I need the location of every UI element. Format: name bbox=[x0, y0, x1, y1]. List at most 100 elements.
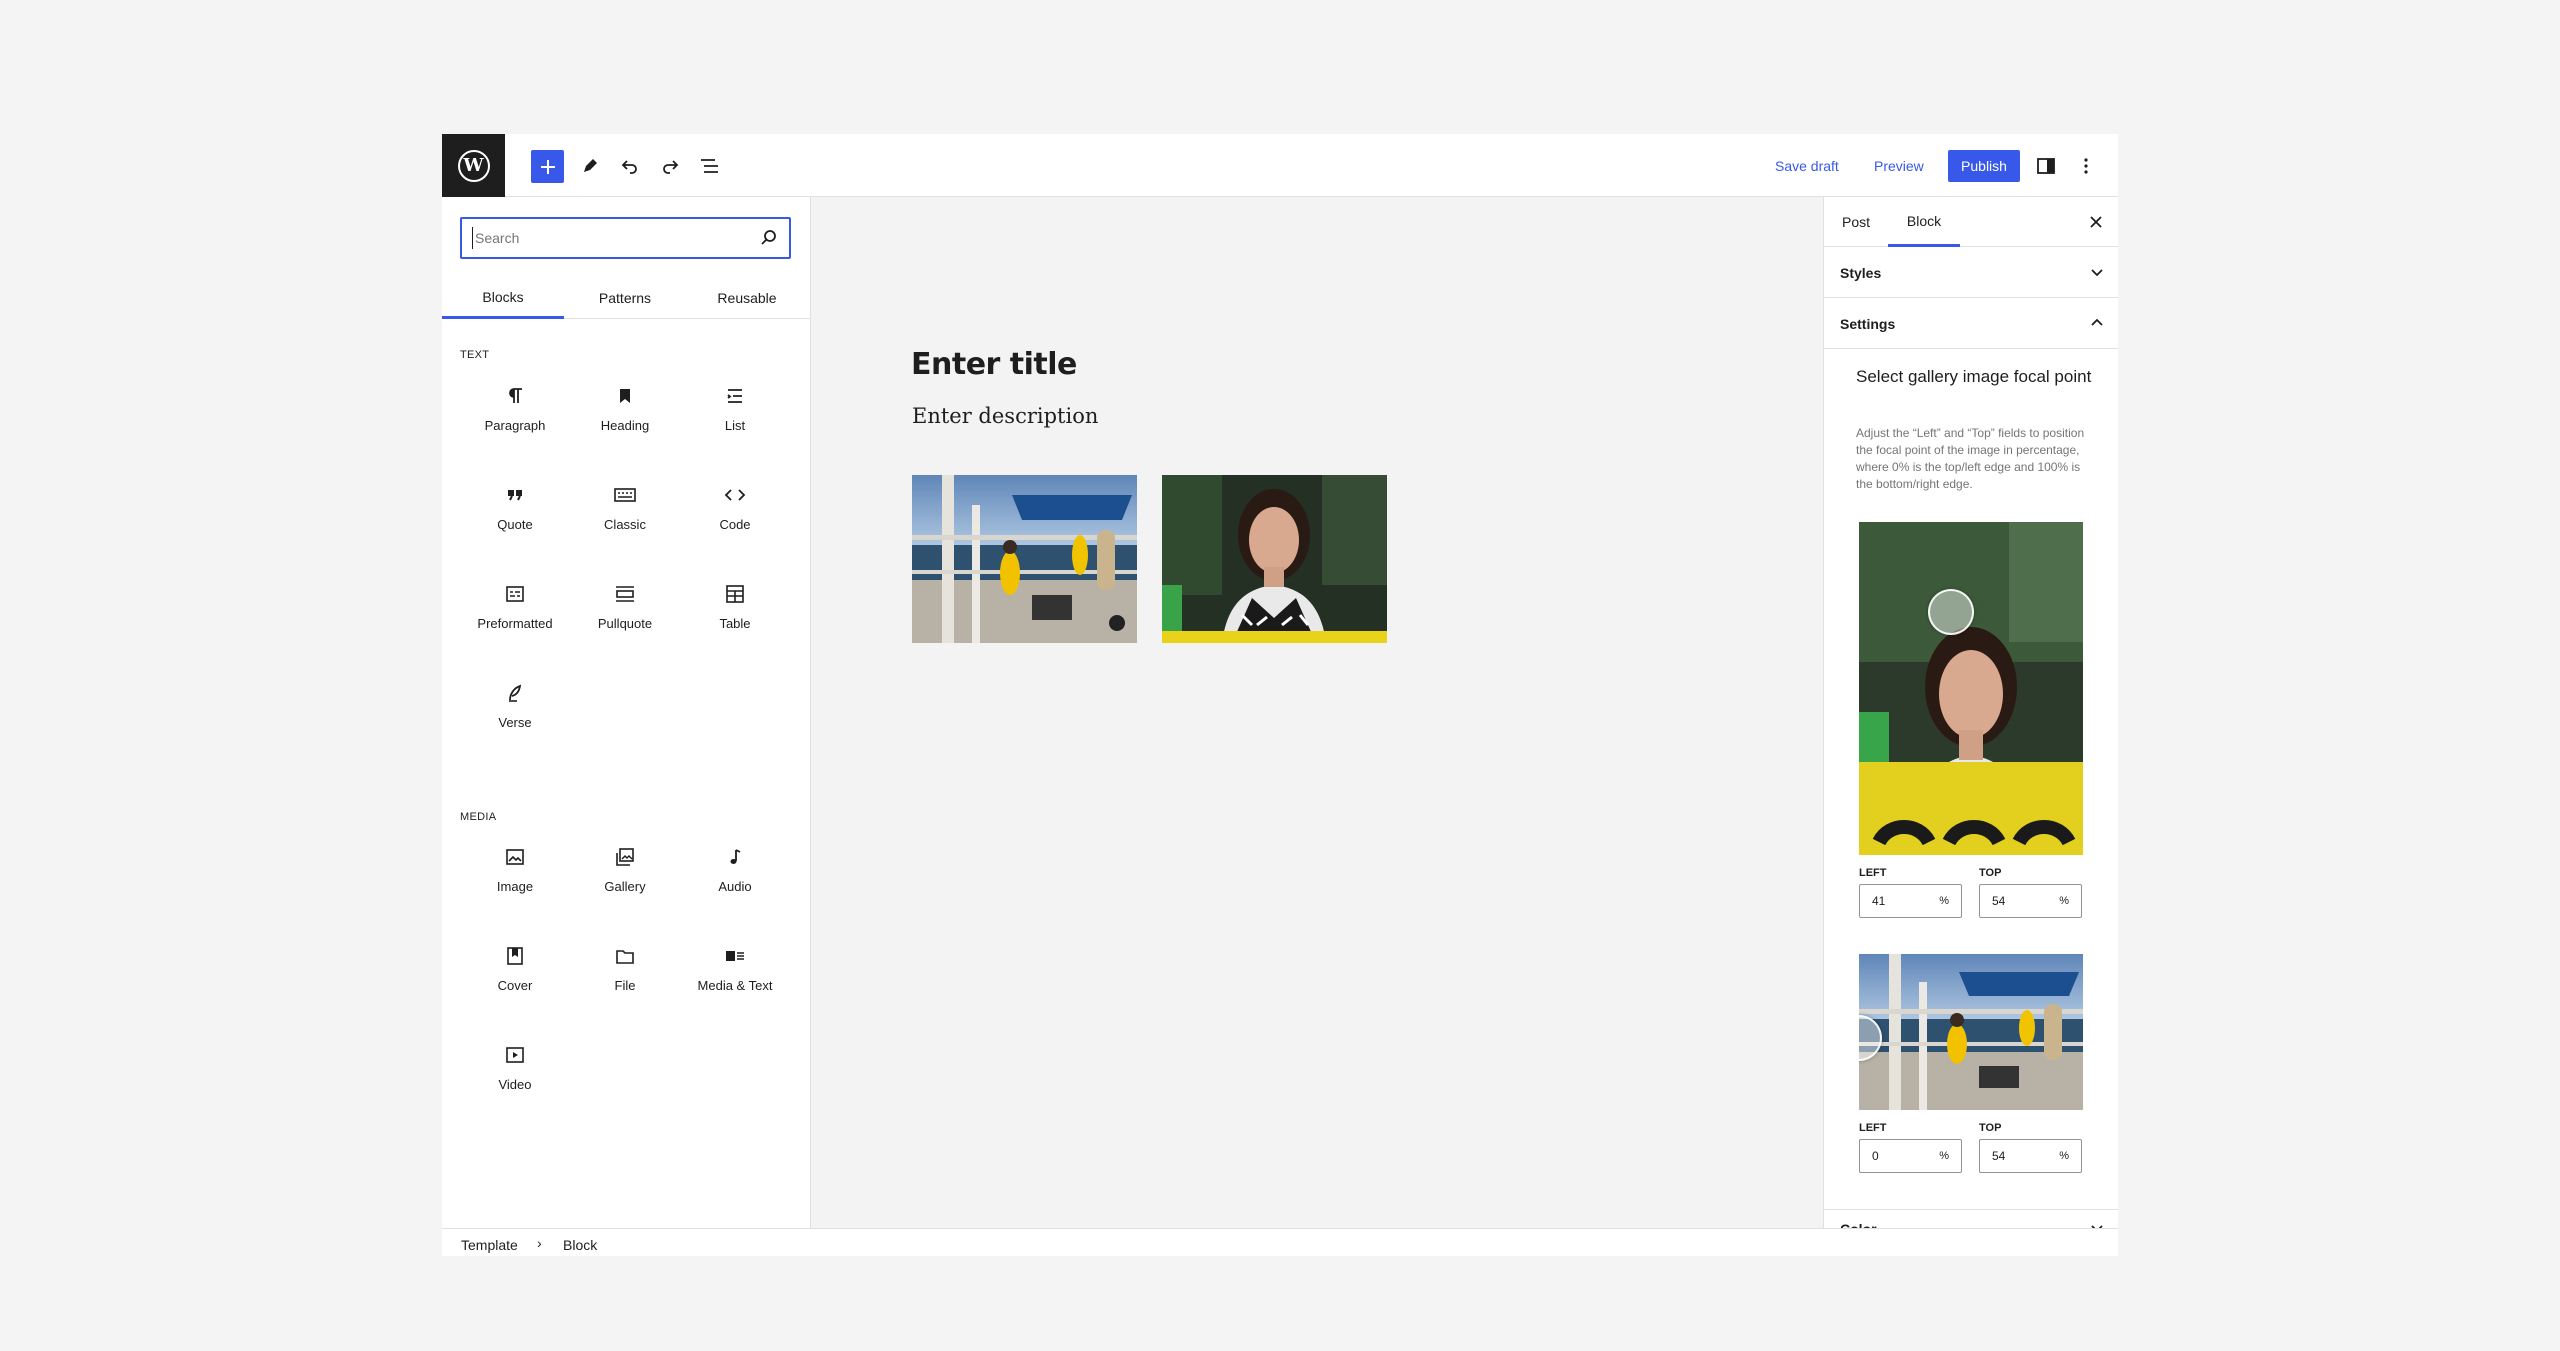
close-icon[interactable] bbox=[2087, 213, 2105, 231]
percent-unit: % bbox=[1939, 895, 1949, 907]
sidebar-tabs: Post Block bbox=[1824, 197, 2118, 247]
focal-left-input[interactable]: % bbox=[1859, 884, 1962, 918]
focal-point-picker-1[interactable] bbox=[1859, 522, 2083, 855]
block-quote[interactable]: Quote bbox=[460, 471, 570, 551]
undo-button[interactable] bbox=[614, 150, 646, 182]
panel-title: Styles bbox=[1840, 265, 1882, 281]
tab-patterns[interactable]: Patterns bbox=[564, 277, 686, 319]
table-icon bbox=[723, 582, 747, 606]
category-label-media: MEDIA bbox=[460, 811, 497, 823]
publish-button[interactable]: Publish bbox=[1948, 150, 2020, 182]
chevron-up-icon bbox=[2091, 318, 2103, 326]
focal-point-handle[interactable] bbox=[1928, 589, 1974, 635]
block-code[interactable]: Code bbox=[680, 471, 790, 551]
tab-reusable[interactable]: Reusable bbox=[686, 277, 808, 319]
preview-button[interactable]: Preview bbox=[1874, 158, 1924, 174]
search-icon bbox=[761, 230, 776, 245]
top-value-field[interactable] bbox=[1992, 894, 2047, 908]
block-video[interactable]: Video bbox=[460, 1031, 570, 1111]
settings-toggle-button[interactable] bbox=[2030, 150, 2062, 182]
block-label: Classic bbox=[604, 517, 646, 532]
block-label: List bbox=[724, 418, 746, 433]
top-value-field[interactable] bbox=[1992, 1149, 2047, 1163]
tools-button[interactable] bbox=[574, 150, 606, 182]
post-title[interactable]: Enter title bbox=[911, 347, 1077, 382]
focal-top-input[interactable]: % bbox=[1979, 1139, 2082, 1173]
more-vertical-icon bbox=[2084, 158, 2088, 174]
focal-point-picker-2[interactable] bbox=[1859, 954, 2083, 1110]
block-file[interactable]: File bbox=[570, 932, 680, 1012]
gallery-image-woman[interactable] bbox=[1162, 475, 1387, 643]
heading-icon bbox=[613, 384, 637, 408]
tab-block[interactable]: Block bbox=[1888, 197, 1960, 247]
percent-unit: % bbox=[2059, 895, 2069, 907]
cover-icon bbox=[503, 944, 527, 968]
category-label-text: TEXT bbox=[460, 349, 490, 361]
block-search-field[interactable] bbox=[460, 217, 791, 259]
list-view-icon bbox=[701, 159, 718, 173]
block-heading[interactable]: Heading bbox=[570, 372, 680, 452]
post-description[interactable]: Enter description bbox=[912, 404, 1098, 428]
styles-panel-toggle[interactable]: Styles bbox=[1824, 247, 2118, 298]
settings-sidebar: Post Block Styles Settings Select galler… bbox=[1823, 197, 2118, 1228]
add-block-button[interactable] bbox=[531, 150, 564, 183]
redo-button[interactable] bbox=[654, 150, 686, 182]
list-view-button[interactable] bbox=[694, 150, 726, 182]
block-list[interactable]: List bbox=[680, 372, 790, 452]
focal-point-title: Select gallery image focal point bbox=[1856, 367, 2092, 386]
block-label: Code bbox=[719, 517, 751, 532]
block-label: Pullquote bbox=[597, 616, 653, 631]
block-label: Image bbox=[496, 879, 534, 894]
block-verse[interactable]: Verse bbox=[460, 669, 570, 749]
pullquote-icon bbox=[613, 582, 637, 606]
block-paragraph[interactable]: Paragraph bbox=[460, 372, 570, 452]
percent-unit: % bbox=[1939, 1150, 1949, 1162]
block-media-text[interactable]: Media & Text bbox=[680, 932, 790, 1012]
breadcrumb-block[interactable]: Block bbox=[563, 1237, 597, 1253]
top-toolbar: W Save draft Preview Publish bbox=[442, 134, 2118, 197]
gallery-image-boat[interactable] bbox=[912, 475, 1137, 643]
focal-left-input[interactable]: % bbox=[1859, 1139, 1962, 1173]
block-label: Quote bbox=[497, 517, 533, 532]
chevron-down-icon bbox=[2091, 1225, 2103, 1228]
block-label: Audio bbox=[718, 879, 752, 894]
inserter-tabs: Blocks Patterns Reusable bbox=[442, 277, 810, 319]
color-panel-toggle[interactable]: Color bbox=[1824, 1209, 2118, 1228]
settings-panel-toggle[interactable]: Settings bbox=[1824, 298, 2118, 349]
search-input[interactable] bbox=[472, 227, 742, 249]
wordpress-logo-icon: W bbox=[457, 149, 490, 182]
block-cover[interactable]: Cover bbox=[460, 932, 570, 1012]
block-audio[interactable]: Audio bbox=[680, 833, 790, 913]
gallery-icon bbox=[613, 845, 637, 869]
chevron-right-icon: › bbox=[537, 1235, 542, 1251]
block-label: Paragraph bbox=[484, 418, 546, 433]
wordpress-logo-button[interactable]: W bbox=[442, 134, 505, 197]
verse-icon bbox=[503, 681, 527, 705]
focal-top-input[interactable]: % bbox=[1979, 884, 2082, 918]
left-label: LEFT bbox=[1859, 867, 1887, 879]
paragraph-icon bbox=[503, 384, 527, 408]
block-image[interactable]: Image bbox=[460, 833, 570, 913]
save-draft-button[interactable]: Save draft bbox=[1775, 158, 1839, 174]
editor-canvas: Enter title Enter description bbox=[811, 197, 1823, 1228]
block-classic[interactable]: Classic bbox=[570, 471, 680, 551]
block-breadcrumb: Template › Block bbox=[442, 1228, 2118, 1256]
block-label: Media & Text bbox=[697, 978, 773, 993]
block-label: Cover bbox=[497, 978, 533, 993]
tab-blocks[interactable]: Blocks bbox=[442, 277, 564, 319]
block-pullquote[interactable]: Pullquote bbox=[570, 570, 680, 650]
options-menu-button[interactable] bbox=[2070, 150, 2102, 182]
tab-post[interactable]: Post bbox=[1824, 197, 1888, 247]
plus-icon bbox=[540, 159, 555, 174]
block-label: Gallery bbox=[604, 879, 646, 894]
left-value-field[interactable] bbox=[1872, 894, 1927, 908]
block-table[interactable]: Table bbox=[680, 570, 790, 650]
breadcrumb-template[interactable]: Template bbox=[461, 1237, 518, 1253]
sidebar-icon bbox=[2037, 158, 2055, 174]
woman-photo bbox=[1859, 522, 2083, 855]
block-gallery[interactable]: Gallery bbox=[570, 833, 680, 913]
left-value-field[interactable] bbox=[1872, 1149, 1927, 1163]
block-label: Preformatted bbox=[477, 616, 553, 631]
block-preformatted[interactable]: Preformatted bbox=[460, 570, 570, 650]
pencil-icon bbox=[584, 159, 597, 172]
